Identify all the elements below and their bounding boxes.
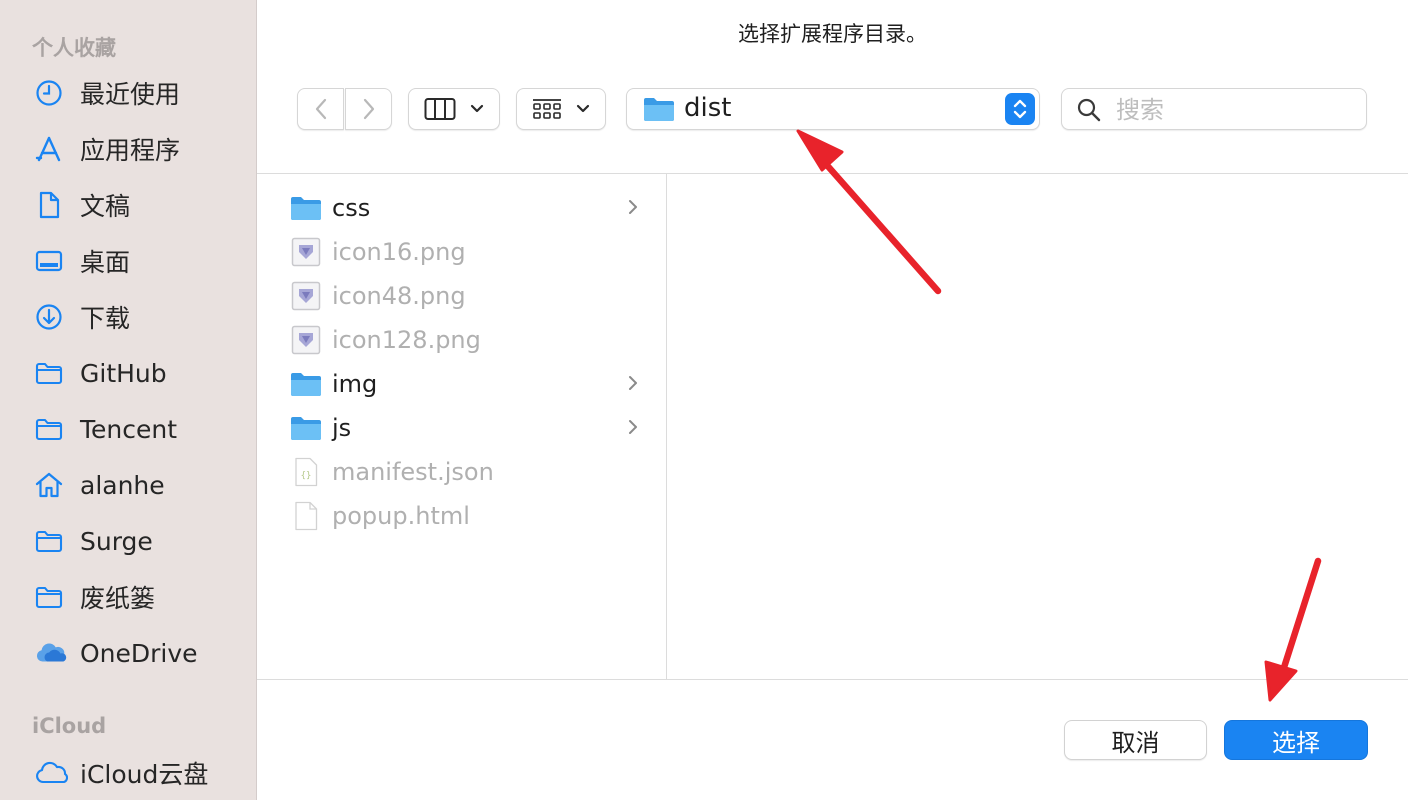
columns-view-icon <box>424 97 456 121</box>
grid-group-icon <box>532 97 562 121</box>
sidebar-item-label: GitHub <box>80 358 167 388</box>
folder-icon <box>34 524 68 558</box>
chevron-left-icon <box>314 97 328 121</box>
annotation-arrow-folder <box>796 129 942 295</box>
sidebar-section-icloud: iCloud <box>32 714 107 738</box>
toolbar-divider <box>257 173 1408 174</box>
search-icon <box>1076 97 1102 127</box>
json-file-icon: {} <box>290 456 322 488</box>
file-name: css <box>332 194 371 222</box>
file-row-img[interactable]: img <box>290 362 652 406</box>
home-icon <box>34 468 68 502</box>
sidebar-item-onedrive[interactable]: OneDrive <box>34 633 249 673</box>
folder-icon <box>290 368 322 400</box>
document-icon <box>34 188 68 222</box>
svg-text:{}: {} <box>301 471 312 481</box>
cancel-button[interactable]: 取消 <box>1064 720 1207 760</box>
download-icon <box>34 300 68 334</box>
desktop-icon <box>34 244 68 278</box>
back-button[interactable] <box>297 88 344 130</box>
search-input[interactable] <box>1114 93 1358 127</box>
file-row-icon128: icon128.png <box>290 318 652 362</box>
sidebar: 个人收藏 最近使用 应用程序 文稿 桌面 下载 GitHub Tencent a… <box>0 0 257 800</box>
file-name: icon16.png <box>332 238 466 266</box>
chevron-right-icon <box>628 418 638 440</box>
choose-button[interactable]: 选择 <box>1224 720 1368 760</box>
sidebar-section-favorites: 个人收藏 <box>32 36 116 60</box>
sidebar-item-downloads[interactable]: 下载 <box>34 297 249 337</box>
file-row-icon16: icon16.png <box>290 230 652 274</box>
file-name: img <box>332 370 378 398</box>
sidebar-item-label: Tencent <box>80 414 178 444</box>
file-row-js[interactable]: js <box>290 406 652 450</box>
image-file-icon <box>290 280 322 312</box>
file-name: manifest.json <box>332 458 494 486</box>
folder-icon <box>34 356 68 390</box>
sidebar-item-applications[interactable]: 应用程序 <box>34 129 249 169</box>
file-name: js <box>332 414 352 442</box>
dialog-title: 选择扩展程序目录。 <box>738 22 927 46</box>
chevron-right-icon <box>362 97 376 121</box>
folder-icon <box>34 412 68 446</box>
file-name: icon128.png <box>332 326 481 354</box>
applications-icon <box>34 132 68 166</box>
forward-button[interactable] <box>345 88 392 130</box>
sidebar-item-desktop[interactable]: 桌面 <box>34 241 249 281</box>
sidebar-item-recents[interactable]: 最近使用 <box>34 73 249 113</box>
column-divider <box>666 174 667 679</box>
folder-icon <box>290 412 322 444</box>
open-panel-dialog: 个人收藏 最近使用 应用程序 文稿 桌面 下载 GitHub Tencent a… <box>0 0 1408 800</box>
sidebar-item-label: 废纸篓 <box>80 584 156 613</box>
search-field[interactable] <box>1061 88 1367 130</box>
sidebar-item-trash-folder[interactable]: 废纸篓 <box>34 577 249 617</box>
sidebar-item-label: 文稿 <box>80 192 131 221</box>
sidebar-item-github[interactable]: GitHub <box>34 353 249 393</box>
chevron-right-icon <box>628 374 638 396</box>
sidebar-item-label: 最近使用 <box>80 80 181 109</box>
generic-file-icon <box>290 500 322 532</box>
cloud-icon <box>34 636 68 670</box>
file-row-css[interactable]: css <box>290 186 652 230</box>
file-row-icon48: icon48.png <box>290 274 652 318</box>
cloud-outline-icon <box>34 756 68 790</box>
file-row-manifest: {} manifest.json <box>290 450 652 494</box>
sidebar-item-documents[interactable]: 文稿 <box>34 185 249 225</box>
folder-icon <box>290 192 322 224</box>
sidebar-item-label: 桌面 <box>80 248 131 277</box>
image-file-icon <box>290 324 322 356</box>
view-mode-button[interactable] <box>408 88 500 130</box>
chevron-down-icon <box>470 104 484 114</box>
sidebar-item-tencent[interactable]: Tencent <box>34 409 249 449</box>
sidebar-item-icloud-drive[interactable]: iCloud云盘 <box>34 753 249 793</box>
sidebar-item-home[interactable]: alanhe <box>34 465 249 505</box>
file-name: popup.html <box>332 502 470 530</box>
chevron-down-icon <box>576 104 590 114</box>
file-name: icon48.png <box>332 282 466 310</box>
sidebar-item-label: 下载 <box>80 304 131 333</box>
sidebar-item-label: alanhe <box>80 470 165 500</box>
sidebar-item-surge[interactable]: Surge <box>34 521 249 561</box>
popup-stepper-icon <box>1005 93 1035 125</box>
sidebar-item-label: 应用程序 <box>80 136 181 165</box>
sidebar-item-label: iCloud云盘 <box>80 760 209 789</box>
image-file-icon <box>290 236 322 268</box>
footer-divider <box>257 679 1408 680</box>
chevron-right-icon <box>628 198 638 220</box>
location-popup[interactable]: dist <box>626 88 1040 130</box>
folder-icon <box>34 580 68 614</box>
sidebar-item-label: Surge <box>80 526 153 556</box>
folder-icon <box>643 96 675 126</box>
clock-icon <box>34 76 68 110</box>
current-folder-name: dist <box>684 93 732 123</box>
group-by-button[interactable] <box>516 88 606 130</box>
sidebar-item-label: OneDrive <box>80 638 198 668</box>
file-row-popup: popup.html <box>290 494 652 538</box>
